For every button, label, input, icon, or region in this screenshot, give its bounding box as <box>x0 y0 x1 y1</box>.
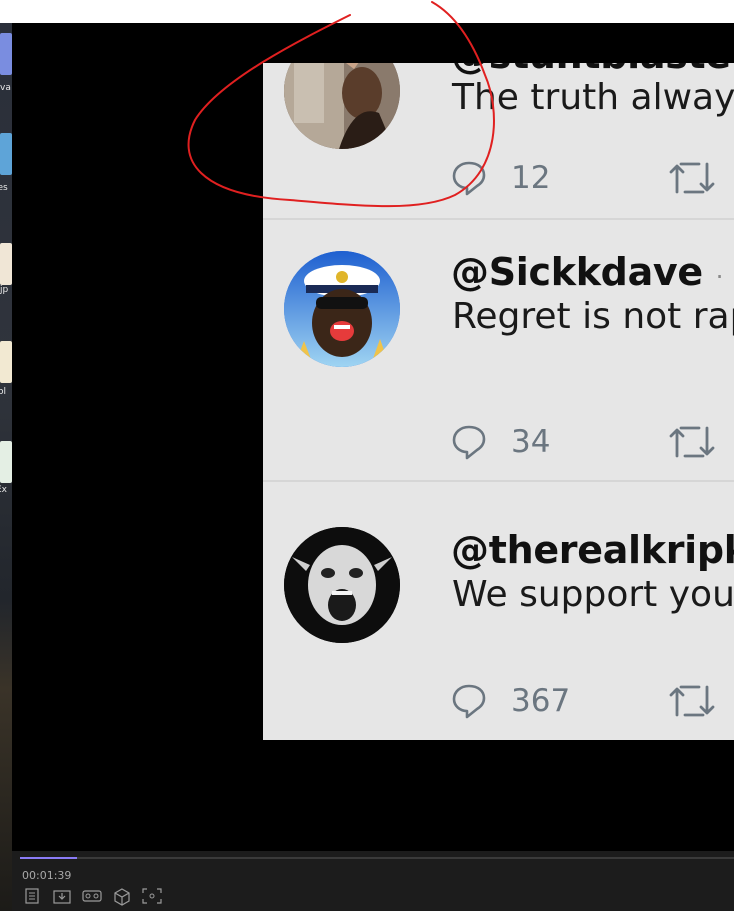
3d-box-icon[interactable] <box>113 888 131 906</box>
reply-icon <box>452 425 486 460</box>
desktop-icon-excel[interactable] <box>0 441 12 483</box>
retweet-icon[interactable] <box>669 156 715 200</box>
desktop-icon-folder[interactable] <box>0 341 12 383</box>
desktop-label: Ex <box>0 485 8 495</box>
tweet-handle[interactable]: @stuntblaster <box>451 63 734 77</box>
tweet: @stuntblaster The truth always 12 <box>263 63 734 220</box>
reply-count: 367 <box>511 683 571 719</box>
video-frame-tweets: @stuntblaster The truth always 12 <box>263 63 734 740</box>
screenshot-icon[interactable] <box>142 888 162 904</box>
video-player[interactable]: @stuntblaster The truth always 12 <box>12 23 734 851</box>
reply-action[interactable]: 34 <box>451 420 550 464</box>
reply-count: 34 <box>511 424 551 460</box>
progress-track[interactable] <box>20 857 734 859</box>
player-controls-bar: 00:01:39 <box>12 851 734 911</box>
woman-photo-avatar-icon <box>284 63 400 149</box>
reply-action[interactable]: 12 <box>451 156 550 200</box>
tweet-text: Regret is not rap <box>452 296 734 337</box>
tweet-text: The truth always <box>452 77 734 118</box>
reply-icon <box>452 161 486 196</box>
progress-fill <box>20 857 78 859</box>
tweet-handle[interactable]: @therealkripk <box>451 528 734 572</box>
desktop-icon-video[interactable] <box>0 33 12 75</box>
tweet: @therealkripk We support you 367 <box>263 482 734 740</box>
desktop-label: va <box>0 83 11 93</box>
desktop-icon-resource[interactable] <box>0 133 12 175</box>
desktop-label: res <box>0 183 8 193</box>
tweet-text: We support you <box>452 574 734 615</box>
retweet-icon[interactable] <box>669 420 715 464</box>
notes-icon[interactable] <box>23 888 41 904</box>
tweet-handle[interactable]: @Sickkdave · <box>451 250 723 294</box>
screaming-face-avatar-icon <box>284 527 400 643</box>
tweet: @Sickkdave · Regret is not rap 34 <box>263 220 734 482</box>
download-icon[interactable] <box>53 888 71 904</box>
playback-timestamp: 00:01:39 <box>22 869 72 882</box>
reply-icon <box>452 684 486 719</box>
reply-action[interactable]: 367 <box>451 679 570 723</box>
reply-count: 12 <box>511 160 551 196</box>
desktop-icons-strip: va res jp ol Ex <box>0 23 12 911</box>
captain-cartoon-avatar-icon <box>284 251 400 367</box>
top-white-bar <box>0 0 734 23</box>
desktop-label: jp <box>0 285 9 295</box>
desktop-icon-image[interactable] <box>0 243 12 285</box>
vr-icon[interactable] <box>82 888 102 904</box>
retweet-icon[interactable] <box>669 679 715 723</box>
desktop-label: ol <box>0 387 7 397</box>
handle-separator: · <box>715 263 724 291</box>
